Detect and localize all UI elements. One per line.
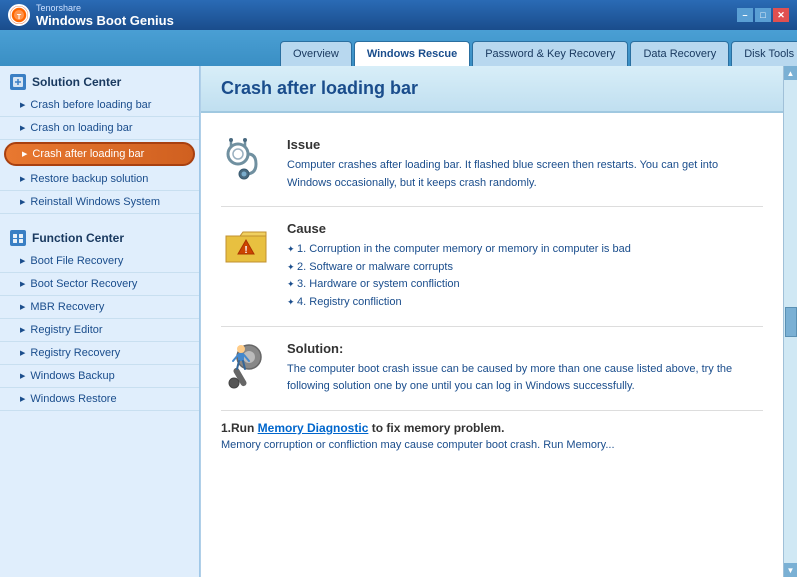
sidebar-item-crash-on[interactable]: Crash on loading bar: [0, 117, 199, 140]
solution-block: Solution: The computer boot crash issue …: [221, 327, 763, 411]
sidebar-item-crash-before[interactable]: Crash before loading bar: [0, 94, 199, 117]
app-title: Tenorshare Windows Boot Genius: [36, 3, 174, 28]
titlebar-left: T Tenorshare Windows Boot Genius: [8, 3, 174, 28]
issue-heading: Issue: [287, 137, 763, 152]
content-area: Crash after loading bar: [200, 66, 783, 577]
cause-item-1: 1. Corruption in the computer memory or …: [287, 241, 631, 259]
sidebar-item-mbr-recovery[interactable]: MBR Recovery: [0, 296, 199, 319]
content-header: Crash after loading bar: [201, 66, 783, 113]
titlebar: T Tenorshare Windows Boot Genius – □ ✕: [0, 0, 797, 30]
cause-item-4: 4. Registry confliction: [287, 294, 631, 312]
step1-section: 1.Run Memory Diagnostic to fix memory pr…: [221, 411, 763, 461]
cause-item-2: 2. Software or malware corrupts: [287, 259, 631, 277]
scrollbar[interactable]: ▲ ▼: [783, 66, 797, 577]
issue-icon: [221, 137, 271, 187]
sidebar-item-registry-editor[interactable]: Registry Editor: [0, 319, 199, 342]
solution-center-header: Solution Center: [0, 66, 199, 94]
cause-icon: !: [221, 221, 271, 271]
function-center-label: Function Center: [32, 231, 124, 245]
solution-heading: Solution:: [287, 341, 763, 356]
sidebar-item-windows-backup[interactable]: Windows Backup: [0, 365, 199, 388]
app-logo: T: [8, 4, 30, 26]
issue-text: Issue Computer crashes after loading bar…: [287, 137, 763, 192]
app-name: Windows Boot Genius: [36, 13, 174, 28]
cause-list: 1. Corruption in the computer memory or …: [287, 241, 631, 311]
sidebar-item-restore-backup[interactable]: Restore backup solution: [0, 168, 199, 191]
step1-detail: Memory corruption or confliction may cau…: [221, 439, 763, 451]
content-body: Issue Computer crashes after loading bar…: [201, 113, 783, 471]
cause-block: ! Cause 1. Corruption in the computer me…: [221, 207, 763, 326]
issue-description: Computer crashes after loading bar. It f…: [287, 157, 763, 192]
solution-description: The computer boot crash issue can be cau…: [287, 361, 763, 396]
svg-text:!: !: [244, 245, 247, 256]
page-title: Crash after loading bar: [221, 78, 763, 99]
sidebar-item-windows-restore[interactable]: Windows Restore: [0, 388, 199, 411]
function-center-icon: [10, 230, 26, 246]
tab-windows-rescue[interactable]: Windows Rescue: [354, 41, 470, 66]
minimize-button[interactable]: –: [737, 8, 753, 22]
function-center-header: Function Center: [0, 222, 199, 250]
sidebar-item-boot-sector[interactable]: Boot Sector Recovery: [0, 273, 199, 296]
tab-password-recovery[interactable]: Password & Key Recovery: [472, 41, 628, 66]
solution-text: Solution: The computer boot crash issue …: [287, 341, 763, 396]
brand-name: Tenorshare: [36, 3, 174, 13]
step1-prefix: 1.Run: [221, 421, 258, 435]
scroll-thumb[interactable]: [785, 307, 797, 337]
close-button[interactable]: ✕: [773, 8, 789, 22]
sidebar-item-crash-after[interactable]: Crash after loading bar: [4, 142, 195, 166]
step1-label: 1.Run Memory Diagnostic to fix memory pr…: [221, 421, 763, 435]
nav-tabs: Overview Windows Rescue Password & Key R…: [0, 30, 797, 66]
scroll-up[interactable]: ▲: [784, 66, 797, 80]
memory-diagnostic-link[interactable]: Memory Diagnostic: [258, 421, 369, 435]
issue-block: Issue Computer crashes after loading bar…: [221, 123, 763, 207]
maximize-button[interactable]: □: [755, 8, 771, 22]
cause-heading: Cause: [287, 221, 631, 236]
sidebar-item-boot-file[interactable]: Boot File Recovery: [0, 250, 199, 273]
solution-center-icon: [10, 74, 26, 90]
tab-disk-tools[interactable]: Disk Tools: [731, 41, 797, 66]
cause-item-3: 3. Hardware or system confliction: [287, 276, 631, 294]
tab-overview[interactable]: Overview: [280, 41, 352, 66]
tab-data-recovery[interactable]: Data Recovery: [630, 41, 729, 66]
solution-center-label: Solution Center: [32, 75, 121, 89]
sidebar: Solution Center Crash before loading bar…: [0, 66, 200, 577]
window-controls: – □ ✕: [737, 8, 789, 22]
sidebar-item-registry-recovery[interactable]: Registry Recovery: [0, 342, 199, 365]
step1-suffix: to fix memory problem.: [368, 421, 504, 435]
main-layout: Solution Center Crash before loading bar…: [0, 66, 797, 577]
solution-icon: [221, 341, 271, 391]
cause-text: Cause 1. Corruption in the computer memo…: [287, 221, 631, 311]
sidebar-item-reinstall-windows[interactable]: Reinstall Windows System: [0, 191, 199, 214]
svg-text:T: T: [17, 14, 22, 21]
scroll-down[interactable]: ▼: [784, 563, 797, 577]
